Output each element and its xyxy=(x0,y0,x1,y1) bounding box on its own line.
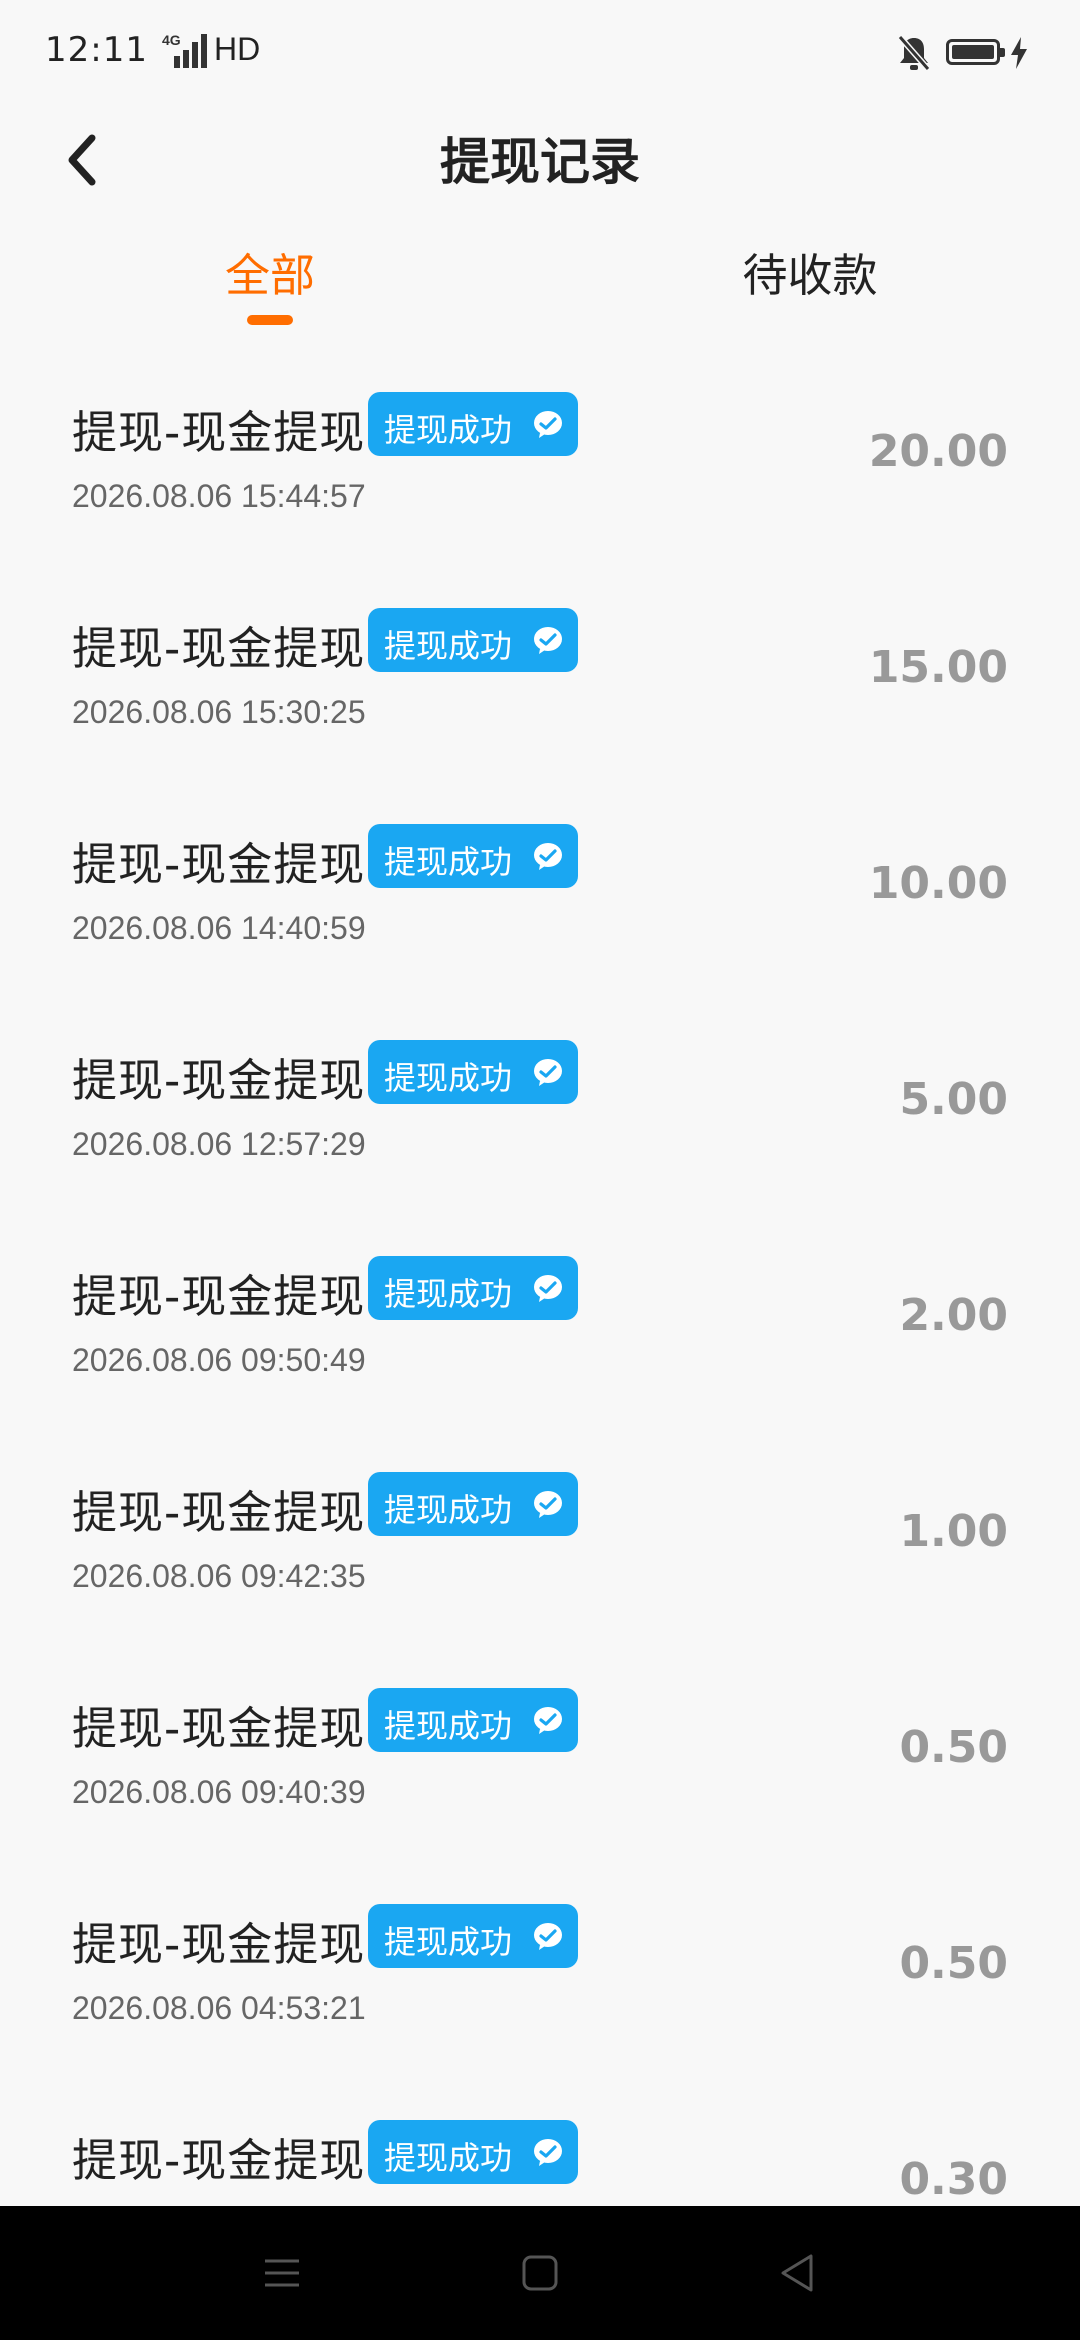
status-badge: 提现成功 xyxy=(368,1040,578,1104)
status-badge-label: 提现成功 xyxy=(384,1491,513,1529)
withdrawal-record-list: 提现-现金提现 提现成功 2026.08.06 15:44:57 20.00 提现-现金… xyxy=(0,360,1080,2304)
record-amount: 2.00 xyxy=(899,1290,1008,1341)
record-amount: 20.00 xyxy=(868,426,1008,477)
wechat-icon xyxy=(534,411,562,438)
status-badge: 提现成功 xyxy=(368,392,578,456)
tab-bar: 全部 待收款 xyxy=(0,225,1080,335)
status-badge: 提现成功 xyxy=(368,824,578,888)
record-amount: 0.50 xyxy=(899,1722,1008,1773)
record-amount: 15.00 xyxy=(868,642,1008,693)
wechat-icon xyxy=(534,843,562,870)
record-time: 2026.08.06 09:50:49 xyxy=(72,1342,366,1378)
record-amount: 10.00 xyxy=(868,858,1008,909)
network-type-label: 4G xyxy=(162,32,181,48)
mute-bell-icon xyxy=(897,35,931,71)
record-title: 提现-现金提现 xyxy=(72,1702,366,1755)
status-badge-label: 提现成功 xyxy=(384,1923,513,1961)
status-badge: 提现成功 xyxy=(368,1256,578,1320)
status-badge-label: 提现成功 xyxy=(384,1059,513,1097)
system-nav-bar xyxy=(0,2206,1080,2340)
status-time: 12:11 xyxy=(45,30,148,70)
wechat-icon xyxy=(534,1923,562,1950)
signal-icon: 4G xyxy=(160,32,210,68)
status-badge-label: 提现成功 xyxy=(384,411,513,449)
record-amount: 0.30 xyxy=(899,2154,1008,2205)
menu-icon[interactable] xyxy=(257,2248,307,2298)
record-title: 提现-现金提现 xyxy=(72,1270,366,1323)
record-row[interactable]: 提现-现金提现 提现成功 2026.08.06 15:30:25 15.00 xyxy=(0,576,1080,792)
status-badge-label: 提现成功 xyxy=(384,1707,513,1745)
record-row[interactable]: 提现-现金提现 提现成功 2026.08.06 14:40:59 10.00 xyxy=(0,792,1080,1008)
record-title: 提现-现金提现 xyxy=(72,1918,366,1971)
record-row[interactable]: 提现-现金提现 提现成功 2026.08.06 09:40:39 0.50 xyxy=(0,1656,1080,1872)
record-amount: 5.00 xyxy=(899,1074,1008,1125)
status-icons xyxy=(896,34,1046,72)
record-row[interactable]: 提现-现金提现 提现成功 2026.08.06 09:50:49 2.00 xyxy=(0,1224,1080,1440)
active-tab-indicator xyxy=(247,315,293,325)
status-badge: 提现成功 xyxy=(368,608,578,672)
record-row[interactable]: 提现-现金提现 提现成功 2026.08.06 12:57:29 5.00 xyxy=(0,1008,1080,1224)
record-time: 2026.08.06 14:40:59 xyxy=(72,910,366,946)
wechat-icon xyxy=(534,1491,562,1518)
page-title: 提现记录 xyxy=(440,133,640,191)
tab-pending[interactable]: 待收款 xyxy=(660,239,960,304)
charging-bolt-icon xyxy=(1011,37,1027,69)
tab-all[interactable]: 全部 xyxy=(120,239,420,304)
record-row[interactable]: 提现-现金提现 提现成功 2026.08.06 15:44:57 20.00 xyxy=(0,360,1080,576)
status-badge: 提现成功 xyxy=(368,2120,578,2184)
wechat-icon xyxy=(534,627,562,654)
status-badge-label: 提现成功 xyxy=(384,2139,513,2177)
wechat-icon xyxy=(534,1275,562,1302)
record-time: 2026.08.06 09:42:35 xyxy=(72,1558,366,1594)
record-title: 提现-现金提现 xyxy=(72,622,366,675)
record-amount: 0.50 xyxy=(899,1938,1008,1989)
record-time: 2026.08.06 15:30:25 xyxy=(72,694,366,730)
record-title: 提现-现金提现 xyxy=(72,838,366,891)
hd-indicator: HD xyxy=(214,31,261,67)
header: 提现记录 xyxy=(0,110,1080,210)
wechat-icon xyxy=(534,1707,562,1734)
status-badge: 提现成功 xyxy=(368,1688,578,1752)
status-badge: 提现成功 xyxy=(368,1472,578,1536)
record-amount: 1.00 xyxy=(899,1506,1008,1557)
record-time: 2026.08.06 04:53:21 xyxy=(72,1990,366,2026)
wechat-icon xyxy=(534,1059,562,1086)
home-icon[interactable] xyxy=(515,2248,565,2298)
back-triangle-icon[interactable] xyxy=(773,2248,823,2298)
status-badge: 提现成功 xyxy=(368,1904,578,1968)
record-time: 2026.08.06 09:40:39 xyxy=(72,1774,366,1810)
status-badge-label: 提现成功 xyxy=(384,1275,513,1313)
record-title: 提现-现金提现 xyxy=(72,1486,366,1539)
status-badge-label: 提现成功 xyxy=(384,627,513,665)
status-badge-label: 提现成功 xyxy=(384,843,513,881)
record-time: 2026.08.06 12:57:29 xyxy=(72,1126,366,1162)
record-title: 提现-现金提现 xyxy=(72,2134,366,2187)
record-row[interactable]: 提现-现金提现 提现成功 2026.08.06 04:53:21 0.50 xyxy=(0,1872,1080,2088)
record-time: 2026.08.06 15:44:57 xyxy=(72,478,366,514)
wechat-icon xyxy=(534,2139,562,2166)
record-title: 提现-现金提现 xyxy=(72,406,366,459)
status-bar: 12:11 4G HD xyxy=(0,0,1080,110)
battery-icon xyxy=(946,39,1005,65)
record-row[interactable]: 提现-现金提现 提现成功 2026.08.06 09:42:35 1.00 xyxy=(0,1440,1080,1656)
record-title: 提现-现金提现 xyxy=(72,1054,366,1107)
